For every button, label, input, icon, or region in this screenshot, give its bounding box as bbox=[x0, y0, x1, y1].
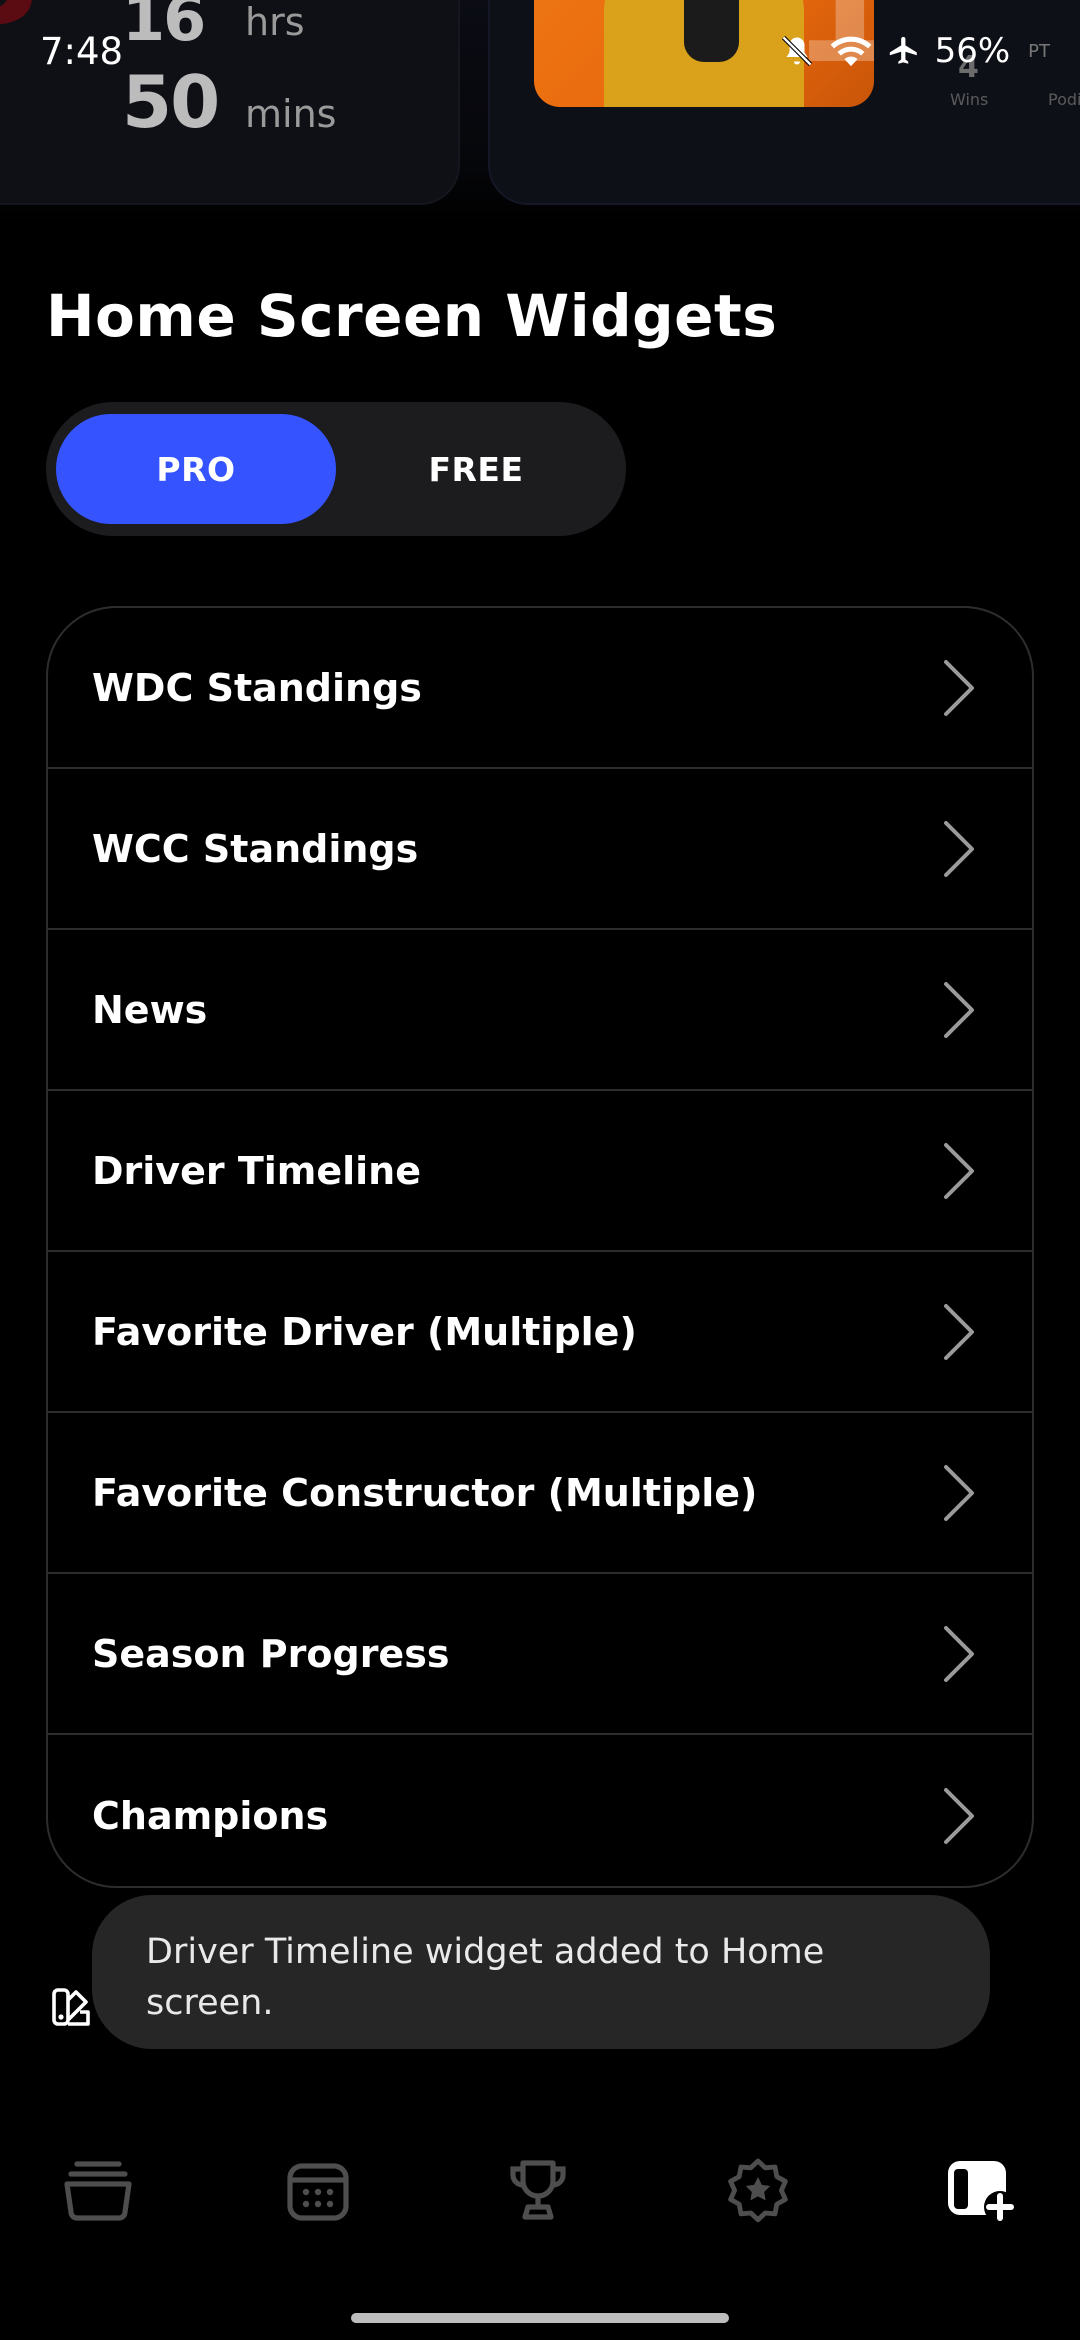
toast-message: Driver Timeline widget added to Home scr… bbox=[92, 1895, 990, 2049]
widget-row-favorite-driver[interactable]: Favorite Driver (Multiple) bbox=[48, 1252, 1032, 1413]
bottom-navigation bbox=[0, 2128, 1080, 2248]
chevron-right-icon bbox=[944, 659, 974, 716]
toggle-pro[interactable]: PRO bbox=[56, 414, 336, 524]
mute-icon bbox=[781, 35, 812, 67]
battery-level: 56% bbox=[934, 31, 1011, 71]
widget-row-wdc-standings[interactable]: WDC Standings bbox=[48, 608, 1032, 769]
status-time: 7:48 bbox=[40, 30, 124, 73]
nav-feed[interactable] bbox=[58, 2150, 138, 2230]
widget-row-favorite-constructor[interactable]: Favorite Constructor (Multiple) bbox=[48, 1413, 1032, 1574]
pro-free-toggle: PRO FREE bbox=[46, 402, 626, 536]
nav-calendar[interactable] bbox=[278, 2150, 358, 2230]
feed-stack-icon bbox=[64, 2161, 132, 2221]
widget-label: Favorite Driver (Multiple) bbox=[92, 1309, 637, 1354]
widget-row-driver-timeline[interactable]: Driver Timeline bbox=[48, 1091, 1032, 1252]
add-widget-icon bbox=[948, 2161, 1016, 2223]
chevron-right-icon bbox=[944, 1142, 974, 1199]
widget-label: Champions bbox=[92, 1793, 329, 1838]
widget-list: WDC Standings WCC Standings News Driver … bbox=[46, 606, 1034, 1888]
widget-label: Season Progress bbox=[92, 1631, 450, 1676]
star-badge-icon bbox=[728, 2158, 788, 2223]
chevron-right-icon bbox=[944, 1303, 974, 1360]
status-bar: 7:48 56% PT bbox=[0, 0, 1080, 100]
widget-row-season-progress[interactable]: Season Progress bbox=[48, 1574, 1032, 1735]
points-label: PT bbox=[1028, 40, 1050, 62]
page-title: Home Screen Widgets bbox=[46, 282, 778, 350]
widget-row-wcc-standings[interactable]: WCC Standings bbox=[48, 769, 1032, 930]
status-icons: 56% PT bbox=[779, 28, 1050, 74]
chevron-right-icon bbox=[944, 1464, 974, 1521]
airplane-icon bbox=[889, 36, 917, 64]
theme-palette-icon[interactable] bbox=[48, 1984, 96, 2032]
widget-label: WDC Standings bbox=[92, 665, 422, 710]
calendar-icon bbox=[287, 2163, 349, 2221]
home-indicator[interactable] bbox=[351, 2313, 729, 2323]
nav-widgets[interactable] bbox=[940, 2150, 1020, 2230]
widget-label: WCC Standings bbox=[92, 826, 419, 871]
widget-label: Favorite Constructor (Multiple) bbox=[92, 1470, 758, 1515]
widget-label: Driver Timeline bbox=[92, 1148, 422, 1193]
trophy-icon bbox=[510, 2160, 566, 2220]
widget-row-champions[interactable]: Champions bbox=[48, 1735, 1032, 1886]
chevron-right-icon bbox=[944, 1625, 974, 1682]
widget-row-news[interactable]: News bbox=[48, 930, 1032, 1091]
chevron-right-icon bbox=[944, 1787, 974, 1844]
toggle-free[interactable]: FREE bbox=[336, 414, 616, 524]
widget-label: News bbox=[92, 987, 208, 1032]
chevron-right-icon bbox=[944, 820, 974, 877]
wifi-icon bbox=[830, 36, 871, 67]
chevron-right-icon bbox=[944, 981, 974, 1038]
nav-favorites[interactable] bbox=[718, 2150, 798, 2230]
nav-standings[interactable] bbox=[498, 2150, 578, 2230]
